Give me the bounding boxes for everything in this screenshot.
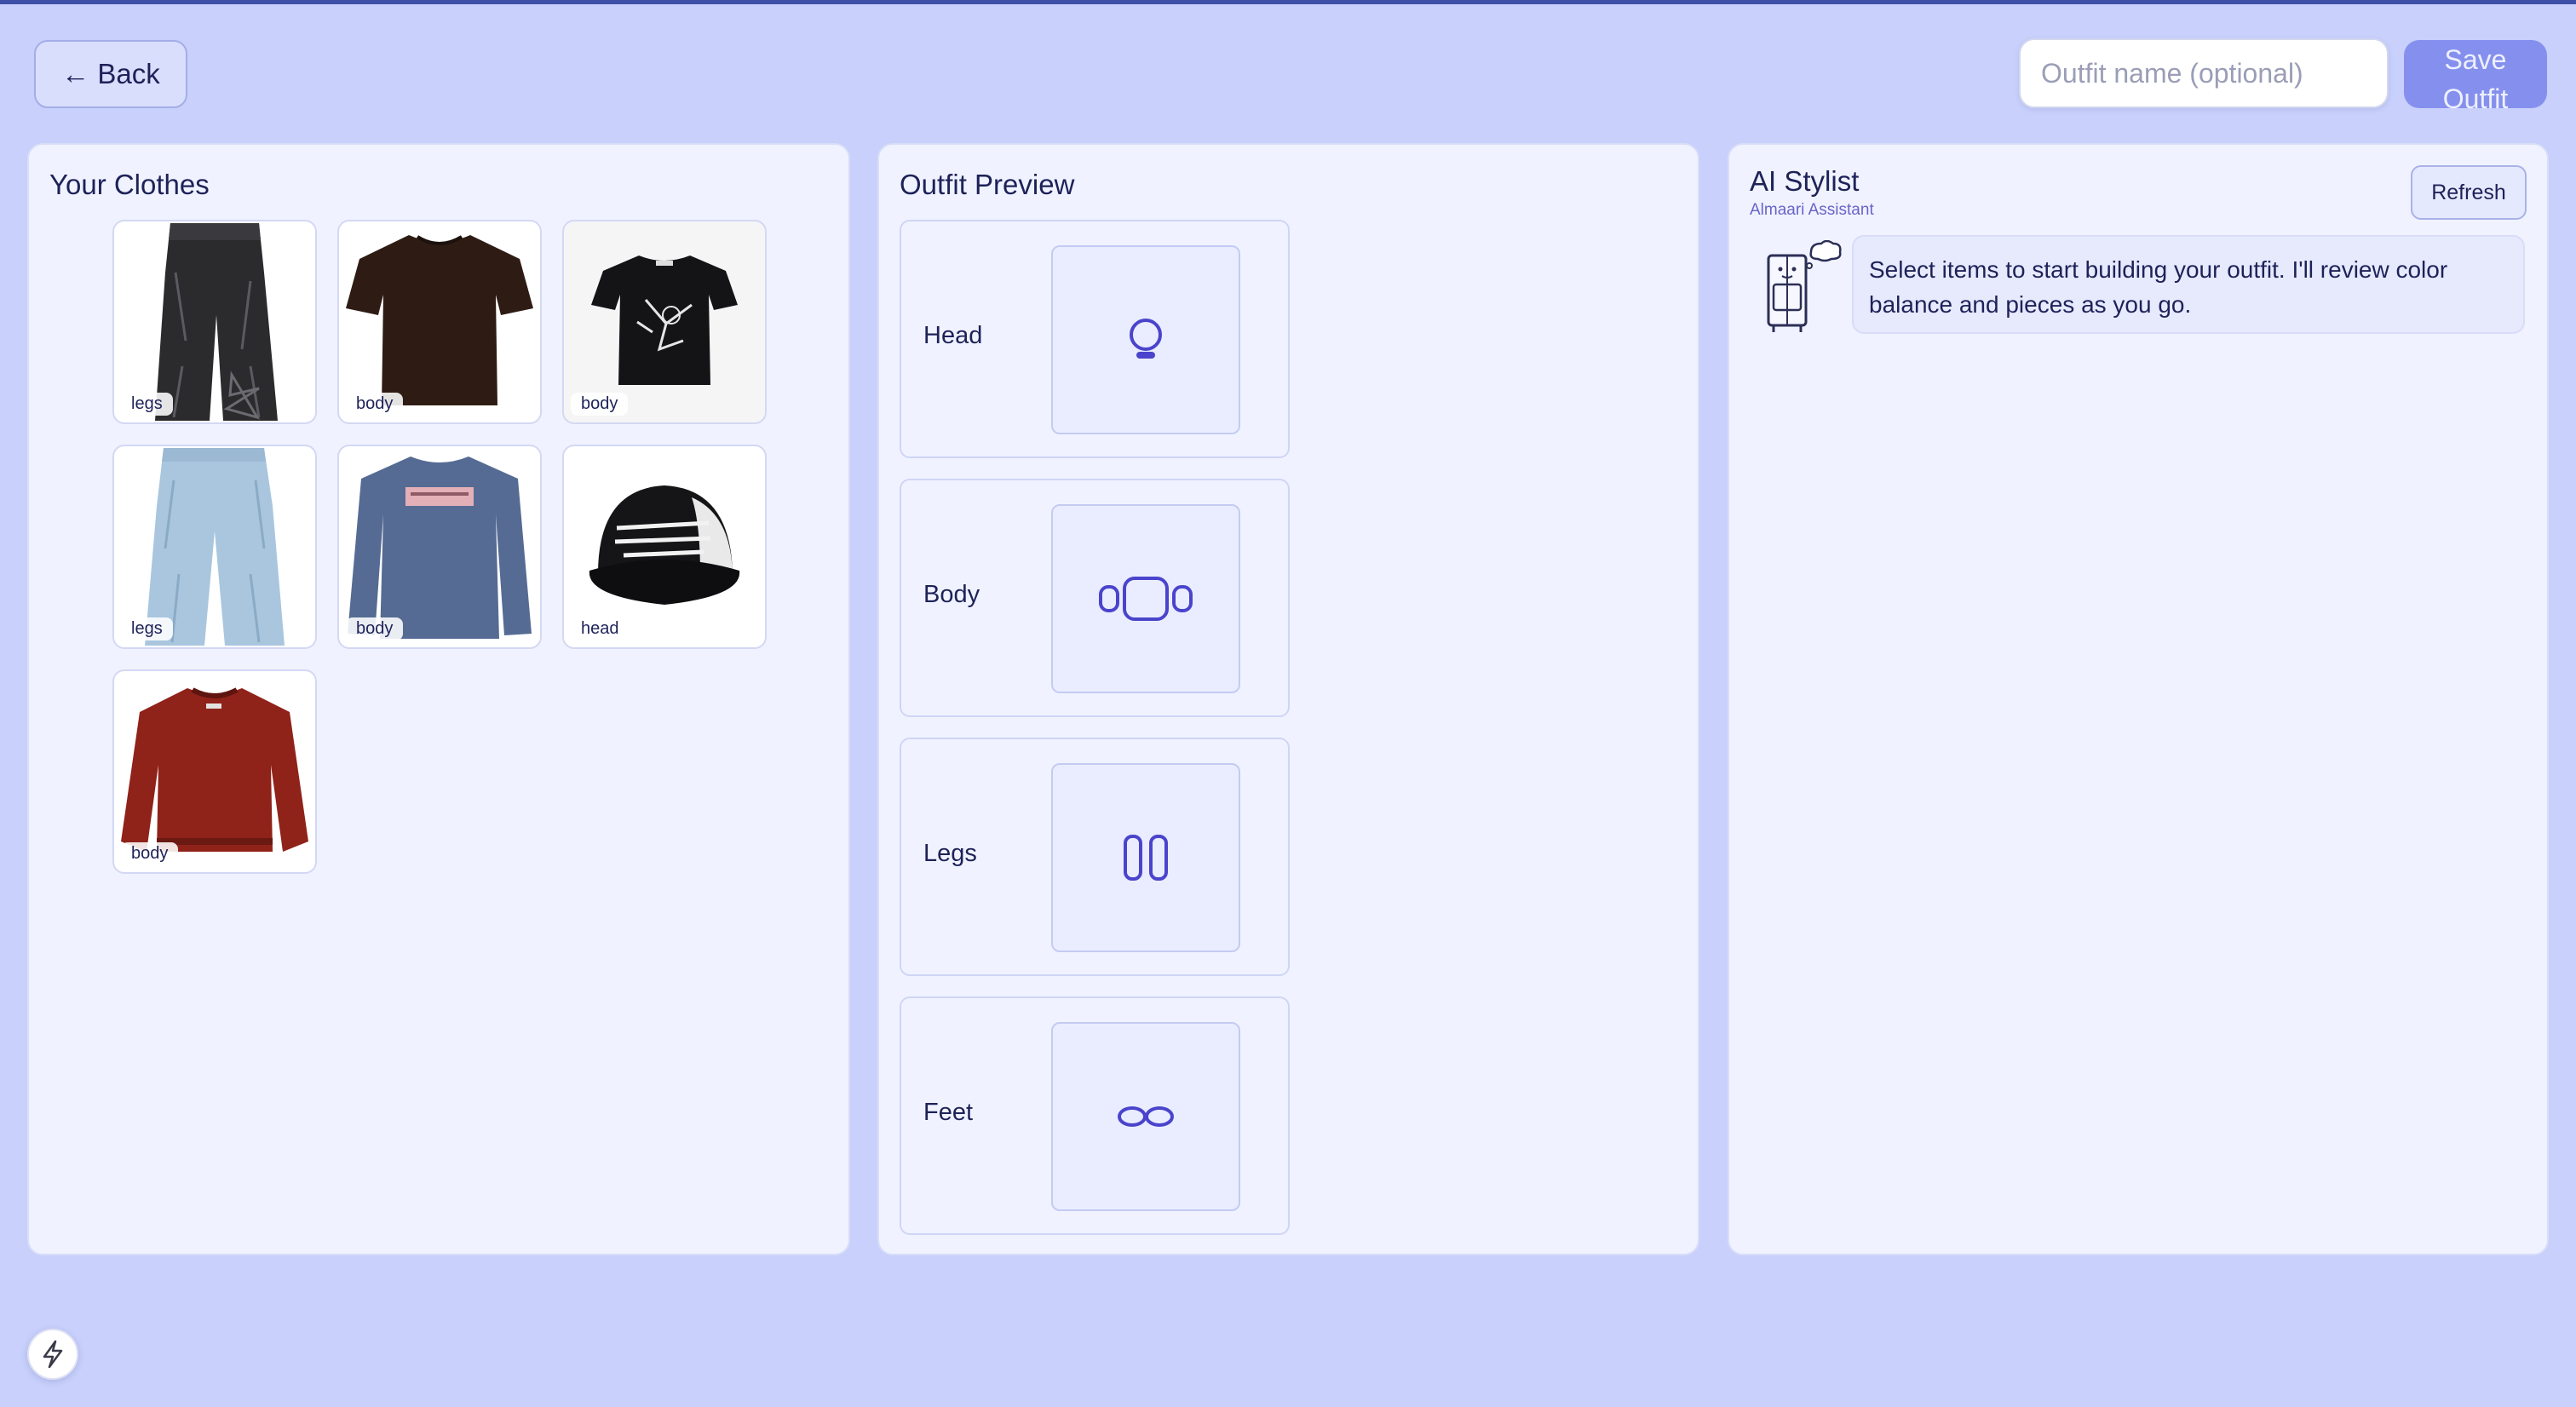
lightning-bolt-icon xyxy=(43,1340,63,1369)
top-accent-bar xyxy=(0,0,2576,4)
clothing-item-blue-jeans[interactable]: legs xyxy=(112,445,317,649)
slot-label: Legs xyxy=(923,840,977,867)
clothing-item-trucker-cap[interactable]: head xyxy=(562,445,767,649)
back-button[interactable]: ← Back xyxy=(34,40,187,108)
preview-title: Outfit Preview xyxy=(900,169,1075,200)
slot-body[interactable]: Body xyxy=(900,479,1290,717)
refresh-button[interactable]: Refresh xyxy=(2411,165,2527,220)
slot-label: Feet xyxy=(923,1099,974,1126)
legs-icon xyxy=(1124,835,1168,881)
body-icon xyxy=(1099,577,1193,621)
save-outfit-button[interactable]: Save Outfit xyxy=(2404,40,2547,114)
clothes-title: Your Clothes xyxy=(49,169,210,200)
head-icon xyxy=(1130,319,1162,359)
slot-feet[interactable]: Feet xyxy=(900,996,1290,1235)
clothing-item-red-sweater[interactable]: body xyxy=(112,669,317,874)
slot-drop-area[interactable] xyxy=(1051,245,1240,434)
outfit-preview-panel: Outfit Preview Head Body Legs Feet xyxy=(877,143,1699,1255)
clothing-category-label: legs xyxy=(121,617,173,640)
clothing-category-label: body xyxy=(571,393,629,416)
stylist-message: Select items to start building your outf… xyxy=(1852,235,2525,334)
wardrobe-assistant-icon xyxy=(1767,240,1842,332)
ai-stylist-panel: AI Stylist Almaari Assistant Refresh Sel… xyxy=(1728,143,2549,1255)
clothing-item-black-jeans[interactable]: legs xyxy=(112,220,317,424)
clothing-category-label: body xyxy=(121,842,179,865)
clothing-category-label: legs xyxy=(121,393,173,416)
clothing-category-label: body xyxy=(346,393,404,416)
slot-drop-area[interactable] xyxy=(1051,1022,1240,1211)
clothes-panel: Your Clothes legs body body legs body he… xyxy=(27,143,850,1255)
slot-drop-area[interactable] xyxy=(1051,763,1240,952)
stylist-subtitle: Almaari Assistant xyxy=(1750,201,1874,219)
quick-action-button[interactable] xyxy=(27,1329,78,1380)
slot-head[interactable]: Head xyxy=(900,220,1290,458)
slot-drop-area[interactable] xyxy=(1051,504,1240,693)
slot-label: Body xyxy=(923,581,980,608)
clothing-item-brown-tshirt[interactable]: body xyxy=(337,220,542,424)
feet-icon xyxy=(1118,1106,1174,1127)
clothing-item-blue-longsleeve[interactable]: body xyxy=(337,445,542,649)
clothing-item-graphic-tshirt[interactable]: body xyxy=(562,220,767,424)
clothing-category-label: head xyxy=(571,617,630,640)
clothing-category-label: body xyxy=(346,617,404,640)
stylist-title: AI Stylist xyxy=(1750,165,1860,197)
slot-legs[interactable]: Legs xyxy=(900,738,1290,976)
outfit-name-input[interactable] xyxy=(2019,38,2389,108)
slot-label: Head xyxy=(923,322,983,349)
